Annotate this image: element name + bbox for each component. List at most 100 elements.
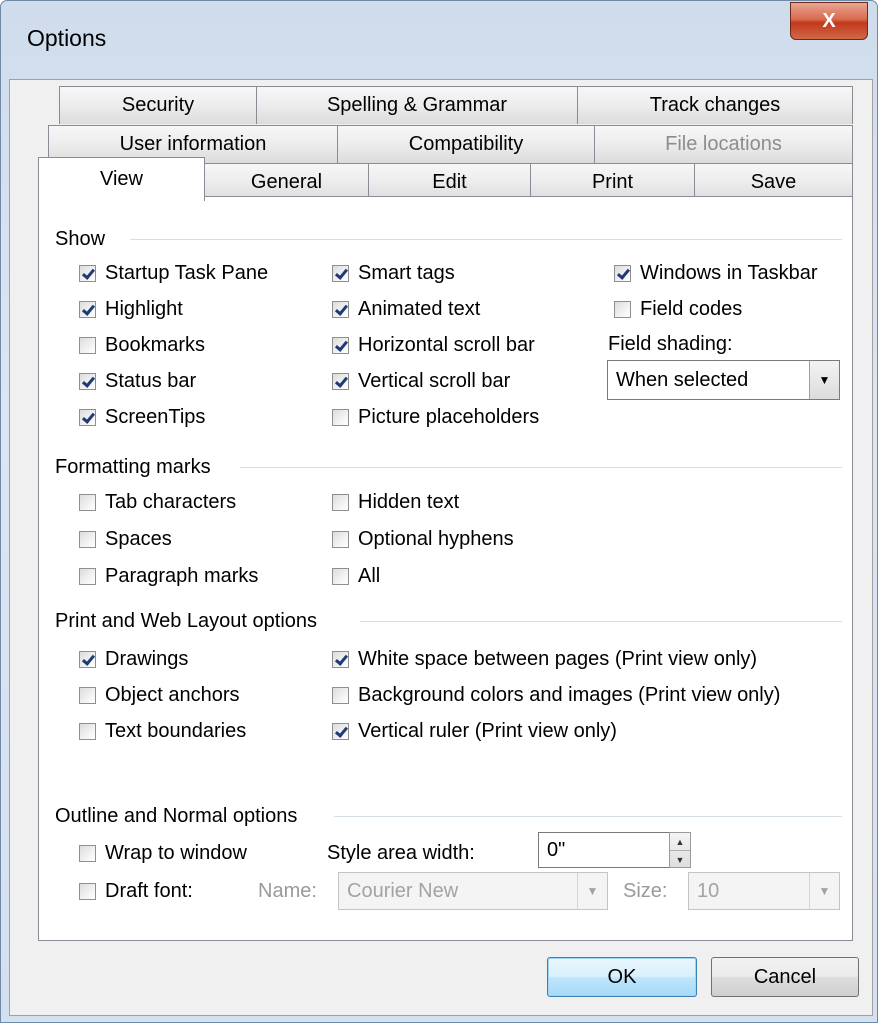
field-shading-value: When selected <box>616 368 749 391</box>
status-bar-checkbox[interactable]: Status bar <box>79 370 196 393</box>
style-area-width-input[interactable]: 0" <box>538 832 670 868</box>
white-space-between-pages-checkbox[interactable]: White space between pages (Print view on… <box>332 648 757 671</box>
checkbox-label: Field codes <box>640 298 743 320</box>
animated-text-checkbox[interactable]: Animated text <box>332 298 480 321</box>
checkbox-label: All <box>358 565 381 587</box>
style-area-width-label: Style area width: <box>327 842 475 864</box>
picture-placeholders-checkbox[interactable]: Picture placeholders <box>332 406 539 429</box>
spin-down-icon[interactable]: ▼ <box>670 850 690 868</box>
tab-compatibility[interactable]: Compatibility <box>337 125 595 163</box>
show-group-line <box>130 239 842 240</box>
text-boundaries-checkbox[interactable]: Text boundaries <box>79 720 246 743</box>
checkbox-box <box>332 687 349 704</box>
window-title: Options <box>27 25 107 51</box>
checkbox-box <box>332 373 349 390</box>
formatting-group-label: Formatting marks <box>55 456 219 479</box>
style-area-width-spinner[interactable]: ▲ ▼ <box>669 832 691 868</box>
cancel-button[interactable]: Cancel <box>711 957 859 997</box>
checkbox-label: Horizontal scroll bar <box>358 334 535 356</box>
checkbox-box <box>332 651 349 668</box>
checkbox-label: Windows in Taskbar <box>640 262 818 284</box>
checkbox-label: Draft font: <box>105 880 193 902</box>
ok-button[interactable]: OK <box>547 957 697 997</box>
close-button[interactable]: X <box>790 2 868 40</box>
checkbox-box <box>79 723 96 740</box>
field-shading-label: Field shading: <box>608 333 733 355</box>
checkbox-label: Bookmarks <box>105 334 206 356</box>
bookmarks-checkbox[interactable]: Bookmarks <box>79 334 205 357</box>
hidden-text-checkbox[interactable]: Hidden text <box>332 491 459 514</box>
checkbox-box <box>332 409 349 426</box>
checkbox-box <box>79 687 96 704</box>
font-name-label: Name: <box>258 880 317 902</box>
checkbox-box <box>79 373 96 390</box>
tab-security[interactable]: Security <box>59 86 257 124</box>
print-web-group-line <box>360 621 842 622</box>
tab-spelling-grammar[interactable]: Spelling & Grammar <box>256 86 578 124</box>
tab-characters-checkbox[interactable]: Tab characters <box>79 491 236 514</box>
smart-tags-checkbox[interactable]: Smart tags <box>332 262 455 285</box>
checkbox-box <box>332 265 349 282</box>
tab-track-changes[interactable]: Track changes <box>577 86 853 124</box>
checkbox-box <box>79 531 96 548</box>
font-name-value: Courier New <box>347 879 459 902</box>
checkbox-box <box>332 337 349 354</box>
outline-group-label: Outline and Normal options <box>55 805 306 828</box>
startup-task-pane-checkbox[interactable]: Startup Task Pane <box>79 262 268 285</box>
windows-in-taskbar-checkbox[interactable]: Windows in Taskbar <box>614 262 817 285</box>
horizontal-scroll-bar-checkbox[interactable]: Horizontal scroll bar <box>332 334 535 357</box>
optional-hyphens-checkbox[interactable]: Optional hyphens <box>332 528 514 551</box>
chevron-down-icon[interactable]: ▼ <box>809 873 839 909</box>
checkbox-box <box>332 531 349 548</box>
field-codes-checkbox[interactable]: Field codes <box>614 298 742 321</box>
checkbox-label: Wrap to window <box>105 842 247 864</box>
checkbox-label: Object anchors <box>105 684 240 706</box>
field-shading-dropdown[interactable]: When selected ▼ <box>607 360 840 400</box>
checkbox-label: White space between pages (Print view on… <box>358 648 758 670</box>
checkbox-label: Highlight <box>105 298 183 320</box>
show-group-label: Show <box>55 228 114 251</box>
chevron-down-icon[interactable]: ▼ <box>809 361 839 399</box>
spaces-checkbox[interactable]: Spaces <box>79 528 172 551</box>
object-anchors-checkbox[interactable]: Object anchors <box>79 684 240 707</box>
font-size-value: 10 <box>697 879 720 902</box>
tab-file-locations[interactable]: File locations <box>594 125 853 163</box>
vertical-scroll-bar-checkbox[interactable]: Vertical scroll bar <box>332 370 510 393</box>
checkbox-label: Status bar <box>105 370 197 392</box>
screentips-checkbox[interactable]: ScreenTips <box>79 406 205 429</box>
spin-up-icon[interactable]: ▲ <box>670 833 690 850</box>
checkbox-label: Drawings <box>105 648 189 670</box>
checkbox-box <box>332 301 349 318</box>
checkbox-box <box>79 409 96 426</box>
checkbox-label: Animated text <box>358 298 481 320</box>
checkbox-box <box>79 845 96 862</box>
font-size-label: Size: <box>623 880 668 902</box>
background-colors-images-checkbox[interactable]: Background colors and images (Print view… <box>332 684 780 707</box>
all-checkbox[interactable]: All <box>332 565 380 588</box>
title-bar: Options X <box>1 1 877 79</box>
wrap-to-window-checkbox[interactable]: Wrap to window <box>79 842 247 865</box>
checkbox-label: Tab characters <box>105 491 237 513</box>
chevron-down-icon[interactable]: ▼ <box>577 873 607 909</box>
vertical-ruler-checkbox[interactable]: Vertical ruler (Print view only) <box>332 720 617 743</box>
checkbox-label: ScreenTips <box>105 406 206 428</box>
font-name-dropdown[interactable]: Courier New ▼ <box>338 872 608 910</box>
checkbox-box <box>79 651 96 668</box>
checkbox-label: Paragraph marks <box>105 565 259 587</box>
checkbox-box <box>79 265 96 282</box>
tab-view[interactable]: View <box>38 157 205 201</box>
checkbox-label: Picture placeholders <box>358 406 540 428</box>
checkbox-label: Text boundaries <box>105 720 247 742</box>
formatting-group-line <box>240 467 842 468</box>
checkbox-box <box>79 301 96 318</box>
checkbox-box <box>79 337 96 354</box>
draft-font-checkbox[interactable]: Draft font: <box>79 880 193 903</box>
checkbox-box <box>332 723 349 740</box>
font-size-dropdown[interactable]: 10 ▼ <box>688 872 840 910</box>
checkbox-label: Smart tags <box>358 262 455 284</box>
checkbox-label: Optional hyphens <box>358 528 514 550</box>
highlight-checkbox[interactable]: Highlight <box>79 298 183 321</box>
checkbox-box <box>79 883 96 900</box>
paragraph-marks-checkbox[interactable]: Paragraph marks <box>79 565 258 588</box>
drawings-checkbox[interactable]: Drawings <box>79 648 188 671</box>
